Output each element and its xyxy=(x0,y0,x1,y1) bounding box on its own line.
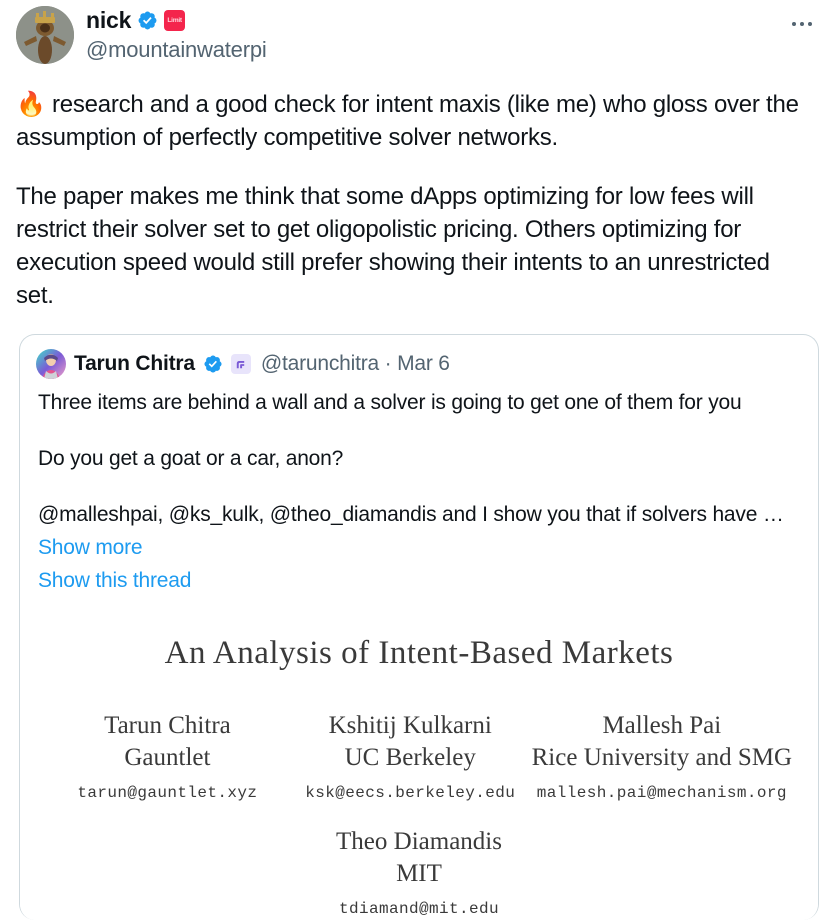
gauntlet-logo-icon[interactable] xyxy=(230,354,251,374)
paper-author: Tarun Chitra Gauntlet tarun@gauntlet.xyz xyxy=(46,710,289,804)
paper-author-name: Kshitij Kulkarni xyxy=(328,712,492,739)
quoted-timestamp: Mar 6 xyxy=(397,352,450,375)
affiliate-badge-label: Limit xyxy=(167,16,182,24)
paper-author-email: tdiamand@mit.edu xyxy=(338,900,500,918)
quoted-tweet-card[interactable]: Tarun Chitra @tarunchitra · Mar 6 Three … xyxy=(19,334,819,920)
quoted-handle-text: @tarunchitra xyxy=(260,352,380,375)
paper-authors-row-1: Tarun Chitra Gauntlet tarun@gauntlet.xyz… xyxy=(40,710,798,804)
paper-author: Theo Diamandis MIT tdiamand@mit.edu xyxy=(336,826,502,920)
author-handle[interactable]: @mountainwaterpi xyxy=(86,37,267,63)
avatar[interactable] xyxy=(16,6,74,64)
paper-author: Mallesh Pai Rice University and SMG mall… xyxy=(532,710,792,804)
more-dot-icon xyxy=(808,22,812,26)
affiliate-badge-icon[interactable]: Limit xyxy=(164,10,186,32)
tweet-paragraph: 🔥 research and a good check for intent m… xyxy=(16,91,799,151)
tweet-text: 🔥 research and a good check for intent m… xyxy=(16,88,818,312)
tweet-container: nick Limit @mountainwaterpi 🔥 research a… xyxy=(0,0,834,920)
show-more-link[interactable]: Show more xyxy=(38,531,800,564)
more-dot-icon xyxy=(800,22,804,26)
author-name-block: nick Limit @mountainwaterpi xyxy=(86,6,267,63)
paper-title: An Analysis of Intent-Based Markets xyxy=(164,635,674,671)
paper-author-name: Mallesh Pai xyxy=(602,712,722,739)
paper-author-name: Tarun Chitra xyxy=(104,712,231,739)
quoted-paragraph: Three items are behind a wall and a solv… xyxy=(38,391,742,414)
more-dot-icon xyxy=(792,22,796,26)
paper-author-affiliation: Rice University and SMG xyxy=(531,744,793,771)
quoted-author-handle[interactable]: @tarunchitra · Mar 6 xyxy=(261,352,450,376)
verified-icon xyxy=(138,11,157,30)
author-name-row: nick Limit xyxy=(86,7,267,33)
tweet-header: nick Limit @mountainwaterpi xyxy=(16,6,818,74)
tweet-paragraph: The paper makes me think that some dApps… xyxy=(16,183,770,309)
show-this-thread-link[interactable]: Show this thread xyxy=(38,564,800,597)
quoted-tweet-header: Tarun Chitra @tarunchitra · Mar 6 xyxy=(20,349,818,379)
paper-preview-image[interactable]: An Analysis of Intent-Based Markets Taru… xyxy=(20,613,818,920)
paper-author-affiliation: Gauntlet xyxy=(124,744,211,771)
paper-author-affiliation: UC Berkeley xyxy=(344,744,476,771)
paper-author: Kshitij Kulkarni UC Berkeley ksk@eecs.be… xyxy=(289,710,532,804)
header-separator: · xyxy=(384,352,392,375)
paper-author-affiliation: MIT xyxy=(396,860,442,887)
paper-author-email: tarun@gauntlet.xyz xyxy=(77,784,258,802)
quoted-paragraph: Do you get a goat or a car, anon? xyxy=(38,447,344,470)
quoted-author-display-name[interactable]: Tarun Chitra xyxy=(74,352,195,376)
quoted-avatar[interactable] xyxy=(36,349,66,379)
quoted-tweet-links: Show more Show this thread xyxy=(20,529,818,597)
quoted-tweet-text: Three items are behind a wall and a solv… xyxy=(20,379,818,529)
paper-author-name: Theo Diamandis xyxy=(336,828,502,855)
more-options-button[interactable] xyxy=(784,6,820,42)
quoted-paragraph: @malleshpai, @ks_kulk, @theo_diamandis a… xyxy=(38,503,784,526)
paper-authors-row-2: Theo Diamandis MIT tdiamand@mit.edu xyxy=(40,826,798,920)
verified-icon xyxy=(204,355,222,373)
paper-author-email: mallesh.pai@mechanism.org xyxy=(536,784,787,802)
paper-author-email: ksk@eecs.berkeley.edu xyxy=(305,784,516,802)
author-display-name[interactable]: nick xyxy=(86,7,131,33)
